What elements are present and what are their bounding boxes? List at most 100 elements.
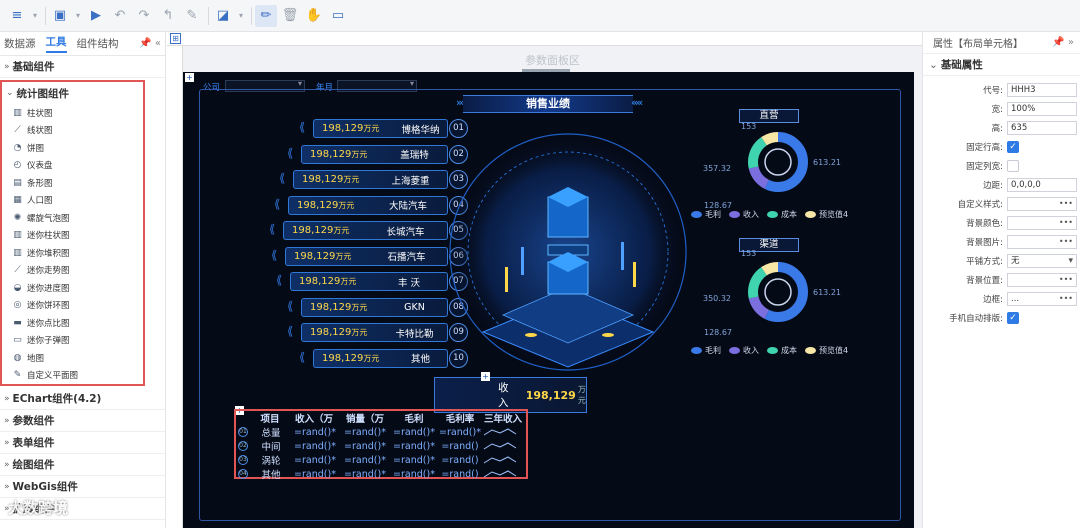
property-checkbox[interactable]: ✓ [1007, 140, 1019, 153]
property-input[interactable]: 0,0,0,0 [1007, 177, 1077, 192]
delete-icon[interactable]: 🗑 [279, 5, 301, 27]
property-input[interactable]: ... ••• [1007, 291, 1077, 306]
edit-icon[interactable]: ✎ [181, 5, 203, 27]
table-row[interactable]: 03 涡轮 =rand()* =rand()* =rand()* =rand() [236, 453, 526, 467]
tab-datasource[interactable]: 数据源 [4, 36, 36, 51]
rank-row: 198,129万元 上海菱重 [293, 170, 448, 189]
property-label: 手机自动排版: [949, 313, 1003, 324]
chevrons-left-icon: ⟨⟨ [287, 145, 294, 160]
chevron-down-icon[interactable]: ▾ [30, 5, 40, 27]
rank-bar: 198,129万元 其他 [313, 348, 448, 368]
property-input[interactable]: HHH3 [1007, 82, 1077, 97]
chevron-down-icon[interactable]: ▾ [236, 5, 246, 27]
chevrons-left-icon: ⟨⟨ [279, 171, 286, 185]
more-icon[interactable]: ••• [1059, 293, 1073, 305]
left-panel: 数据源 工具 组件结构 📌 « » 基础组件 ⌄ 统计图组件 ▥ 柱状图 ⟋ 线状图 ◔ 饼图… [0, 32, 166, 528]
table-header: 项目 收入（万 销量（万 毛利 毛利率 三年收入 [236, 411, 526, 425]
properties-title: 属性【布局单元格】 [933, 39, 1023, 50]
data-table[interactable]: 项目 收入（万 销量（万 毛利 毛利率 三年收入 01 总量 =rand()* =ra… [234, 409, 528, 481]
chart-item[interactable]: ▥ 柱状图 [2, 104, 143, 122]
component-group[interactable]: » 绘图组件 [0, 454, 165, 476]
group-basic-properties[interactable]: ⌄ 基础属性 [923, 54, 1080, 76]
property-row: 平铺方式: 无 ▾ [923, 251, 1080, 270]
rank-value-number: 198,129 [297, 199, 339, 211]
chevron-right-icon: » [4, 437, 10, 448]
chart-item[interactable]: ▦ 人口图 [2, 192, 143, 210]
more-icon[interactable]: ••• [1059, 198, 1073, 210]
legend-item: 成本 [781, 210, 797, 219]
property-input[interactable]: 100% [1007, 101, 1077, 116]
property-label: 固定列宽: [966, 161, 1003, 172]
rank-row: 198,129万元 石播汽车 [285, 246, 448, 266]
chart-item[interactable]: ⟋ 迷你走势图 [2, 262, 143, 280]
group-label: 基础属性 [940, 59, 983, 71]
group-basic[interactable]: » 基础组件 [0, 56, 165, 78]
chart-item[interactable]: ◔ 饼图 [2, 139, 143, 157]
property-input[interactable]: ••• [1007, 272, 1077, 287]
chart-item[interactable]: ▭ 迷你子弹图 [2, 332, 143, 350]
chart-item[interactable]: ✺ 螺旋气泡图 [2, 209, 143, 227]
income-unit: 万元 [577, 385, 586, 405]
tab-tools[interactable]: 工具 [45, 34, 67, 53]
rank-value-unit: 万元 [333, 226, 350, 235]
chart-item[interactable]: ⟋ 线状图 [2, 122, 143, 140]
rank-value: 198,129万元 [299, 276, 371, 287]
pin-icon[interactable]: 📌 » [1052, 37, 1074, 48]
property-checkbox[interactable]: ✓ [1007, 311, 1019, 324]
window-icon[interactable]: ▭ [327, 5, 349, 27]
chart-item[interactable]: ◎ 迷你饼环图 [2, 297, 143, 315]
chart-type-icon: ◴ [13, 160, 22, 171]
table-row[interactable]: 04 其他 =rand()* =rand()* =rand()* =rand() [236, 467, 526, 481]
tab-structure[interactable]: 组件结构 [77, 36, 119, 51]
component-group[interactable]: » EChart组件(4.2) [0, 388, 165, 410]
more-icon[interactable]: ••• [1059, 236, 1073, 248]
chart-item[interactable]: ▥ 迷你堆积图 [2, 244, 143, 262]
redo-icon[interactable]: ↷ [133, 5, 155, 27]
property-input[interactable]: ••• [1007, 234, 1077, 249]
property-checkbox[interactable] [1007, 159, 1019, 172]
more-icon[interactable]: ••• [1059, 274, 1073, 286]
property-input[interactable]: ••• [1007, 215, 1077, 230]
rank-row: 198,129万元 大陆汽车 [288, 195, 448, 215]
chart-type-icon: ⟋ [14, 265, 21, 276]
chart-item[interactable]: ▥ 迷你柱状图 [2, 227, 143, 245]
chart-item[interactable]: ◒ 迷你进度图 [2, 279, 143, 297]
rank-bar: 198,129万元 大陆汽车 [288, 195, 448, 215]
pen-icon[interactable]: ✏ [255, 4, 277, 27]
undo-icon[interactable]: ↶ [109, 5, 131, 27]
property-value: 100% [1011, 103, 1036, 114]
property-input[interactable]: 无 ▾ [1007, 253, 1077, 268]
cell-add-icon[interactable]: + [481, 372, 490, 381]
more-icon[interactable]: ••• [1059, 217, 1073, 229]
table-row[interactable]: 01 总量 =rand()* =rand()* =rand()* =rand()* [236, 425, 526, 439]
component-group[interactable]: » WebGis组件 [0, 476, 165, 498]
hand-icon[interactable]: ✋ [303, 5, 325, 27]
table-row[interactable]: 02 中间 =rand()* =rand()* =rand()* =rand() [236, 439, 526, 453]
fill-color-icon[interactable]: ◪ [212, 5, 234, 27]
component-group[interactable]: » 参数组件 [0, 410, 165, 432]
play-icon[interactable]: ▶ [85, 5, 107, 27]
pin-icon[interactable]: 📌 « [139, 38, 161, 49]
property-input[interactable]: 635 [1007, 120, 1077, 135]
chevron-down-icon[interactable]: ▾ [1068, 255, 1073, 267]
chart-item[interactable]: ▤ 条形图 [2, 174, 143, 192]
th-sales: 销量（万 [345, 414, 384, 425]
property-row: 固定行高: ✓ [923, 137, 1080, 156]
up-arrow-icon[interactable]: ↰ [157, 5, 179, 27]
chevron-down-icon[interactable]: ▾ [73, 5, 83, 27]
save-icon[interactable]: ▣ [49, 5, 71, 27]
component-group[interactable]: » 表单组件 [0, 432, 165, 454]
chart-item[interactable]: ◴ 仪表盘 [2, 157, 143, 175]
property-input[interactable]: ••• [1007, 196, 1077, 211]
menu-icon[interactable]: ≡ [6, 5, 28, 27]
property-row: 高: 635 [923, 118, 1080, 137]
chart-item[interactable]: ✎ 自定义平面图 [2, 367, 143, 385]
cell-add-icon[interactable]: + [185, 73, 194, 82]
chart-item[interactable]: ◍ 地图 [2, 349, 143, 367]
grid-toggle-icon[interactable]: ⊞ [170, 33, 181, 44]
donut2-bottom-label: 128.67 [704, 328, 732, 337]
chevrons-left-icon: ⟨⟨ [299, 120, 306, 134]
group-charts[interactable]: ⌄ 统计图组件 [2, 82, 143, 104]
rank-bar: 198,129万元 上海菱重 [293, 170, 448, 189]
chart-item[interactable]: ▬ 迷你点比图 [2, 314, 143, 332]
